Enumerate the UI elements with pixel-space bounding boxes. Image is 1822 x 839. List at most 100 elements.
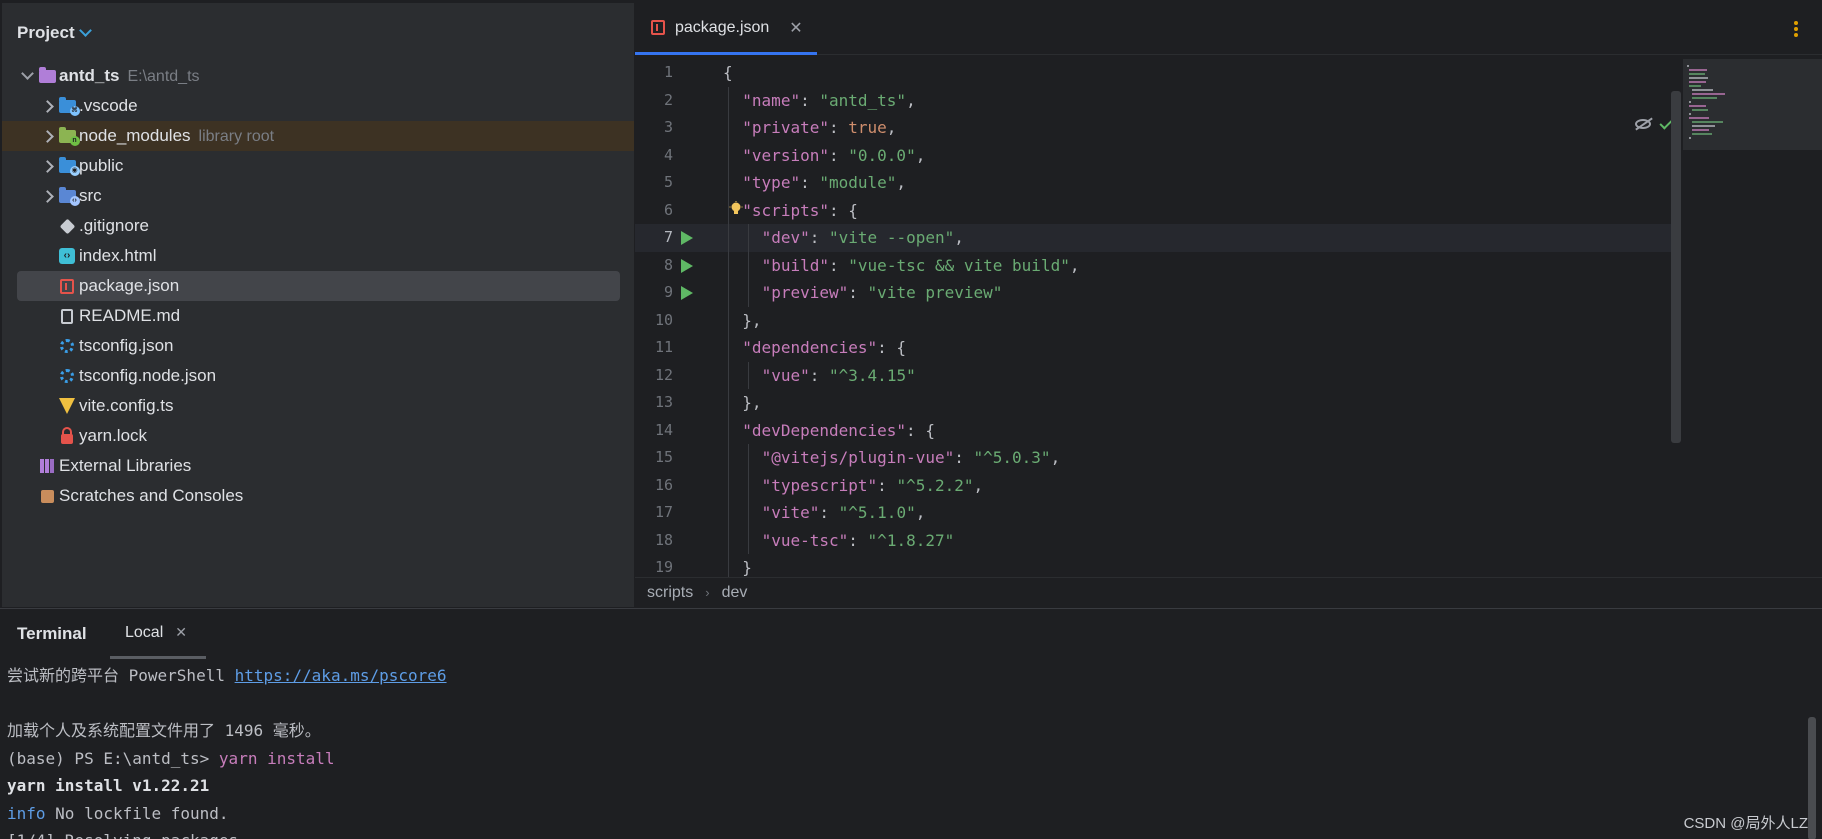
scratches-icon [38,487,56,505]
editor-scrollbar[interactable] [1671,91,1681,443]
tree-item-scratches-and-consoles[interactable]: Scratches and Consoles [2,481,634,511]
tree-item-label: package.json [79,276,180,295]
chevron-right-icon[interactable] [40,99,54,113]
minimap[interactable] [1683,59,1822,159]
minimap-line [1689,69,1708,71]
tree-item-tsconfig-node-json[interactable]: tsconfig.node.json [2,361,634,391]
terminal-text: yarn install [218,748,335,768]
minimap-line [1691,125,1715,127]
code-line[interactable]: 11 "dependencies": { [635,334,1675,362]
code-text: "vue-tsc": "^1.8.27" [761,530,955,550]
minimap-line [1689,117,1710,119]
tree-item-yarn-lock[interactable]: yarn.lock [2,421,634,451]
run-script-icon[interactable] [681,286,693,300]
chevron-right-icon[interactable] [40,159,54,173]
tree-item-label: .vscode [79,96,138,115]
code-line[interactable]: 2 "name": "antd_ts", [635,87,1675,115]
terminal-text: (base) PS E:\antd_ts> [7,748,219,768]
tree-item-vscode[interactable]: ⌘ .vscode [2,91,634,121]
code-line[interactable]: 18 "vue-tsc": "^1.8.27" [635,527,1675,555]
watermark: CSDN @局外人LZ [1683,815,1808,832]
tree-item-vite-config-ts[interactable]: vite.config.ts [2,391,634,421]
git-icon [58,217,76,235]
tsconfig-icon [58,337,76,355]
line-number: 4 [663,145,673,164]
tree-item-gitignore[interactable]: .gitignore [2,211,634,241]
minimap-line [1689,105,1707,107]
code-line[interactable]: 10 }, [635,307,1675,335]
code-text: "vite": "^5.1.0", [761,503,926,522]
lock-icon [58,426,76,445]
tab-label: Local [125,623,164,641]
code-line[interactable]: 17 "vite": "^5.1.0", [635,499,1675,527]
tree-item-label: index.html [79,246,157,265]
tree-item-label: yarn.lock [79,426,148,445]
close-tab-icon[interactable]: ✕ [789,18,802,38]
line-number: 10 [654,310,673,329]
terminal-line: (base) PS E:\antd_ts> yarn install [7,745,1797,773]
close-tab-icon[interactable]: ✕ [175,624,187,641]
tree-item-src[interactable]: ‹› src [2,181,634,211]
tree-item-label: README.md [79,306,181,325]
tree-item-label: src [79,186,102,205]
minimap-line [1689,85,1702,87]
code-line[interactable]: 5 "type": "module", [635,169,1675,197]
run-script-icon[interactable] [681,231,693,245]
tab-package-json[interactable]: package.json ✕ [635,3,817,55]
code-line[interactable]: 13 }, [635,389,1675,417]
code-editor[interactable]: 1{2 "name": "antd_ts", 3 "private": true,… [635,59,1822,577]
code-line[interactable]: 3 "private": true, [635,114,1675,142]
code-line[interactable]: 4 "version": "0.0.0", [635,142,1675,170]
code-line[interactable]: 6 "scripts": { [635,197,1675,225]
code-line[interactable]: 1{ [635,59,1675,87]
run-script-icon[interactable] [681,258,693,273]
terminal-output[interactable]: 尝试新的跨平台 PowerShell https://aka.ms/pscore… [7,662,1797,839]
terminal-text: 加载个人及系统配置文件用了 1496 毫秒。 [7,721,321,740]
tree-item-tsconfig-json[interactable]: tsconfig.json [2,331,634,361]
breadcrumb: scripts › dev [635,577,1822,607]
minimap-line [1689,101,1692,103]
line-number: 15 [654,448,673,466]
code-text: "preview": "vite preview" [761,283,1003,302]
tree-item-external-libraries[interactable]: External Libraries [2,451,634,481]
tree-item-public[interactable]: ◉ public [2,151,634,181]
libraries-icon [38,457,56,475]
line-number: 14 [654,420,673,439]
terminal-text: No lockfile found. [45,803,229,823]
intention-bulb-icon[interactable] [729,200,743,215]
breadcrumb-item-scripts[interactable]: scripts [647,584,693,602]
tree-item-node-modules[interactable]: n node_modules library root [2,121,634,151]
tree-item-index-html[interactable]: ‹› index.html [2,241,634,271]
chevron-down-icon[interactable] [20,67,34,83]
minimap-line [1691,129,1709,131]
code-line[interactable]: 12 "vue": "^3.4.15" [635,362,1675,390]
code-line[interactable]: 19 } [635,554,1675,577]
code-line[interactable]: 15 "@vitejs/plugin-vue": "^5.0.3", [635,444,1675,472]
more-options-icon[interactable] [1794,21,1798,37]
terminal-link[interactable]: https://aka.ms/pscore6 [235,666,447,685]
terminal-text: yarn install v1.22.21 [7,776,210,795]
tab-local[interactable]: Local ✕ [110,609,206,659]
project-view-selector[interactable]: Project [17,21,92,45]
line-number: 13 [654,393,673,411]
tree-item-readme-md[interactable]: README.md [2,301,634,331]
minimap-line [1689,77,1709,79]
minimap-line [1687,65,1689,67]
code-line[interactable]: 16 "typescript": "^5.2.2", [635,472,1675,500]
line-number: 19 [654,558,673,576]
breadcrumb-item-dev[interactable]: dev [722,584,748,602]
tree-item-antd-ts[interactable]: antd_ts E:\antd_ts [2,61,634,91]
code-line[interactable]: 8 "build": "vue-tsc && vite build", [635,252,1675,280]
chevron-right-icon[interactable] [40,129,54,143]
line-number: 8 [663,255,673,274]
chevron-right-icon[interactable] [40,189,54,203]
terminal-title: Terminal [17,624,87,643]
terminal-scrollbar[interactable] [1808,717,1816,839]
code-line[interactable]: 9 "preview": "vite preview" [635,279,1675,307]
line-number: 16 [654,475,673,494]
tree-item-package-json[interactable]: package.json [17,271,620,301]
minimap-line [1691,121,1723,123]
code-line[interactable]: 7 "dev": "vite --open", [635,224,1675,252]
code-line[interactable]: 14 "devDependencies": { [635,417,1675,445]
code-text: "@vitejs/plugin-vue": "^5.0.3", [761,448,1061,467]
